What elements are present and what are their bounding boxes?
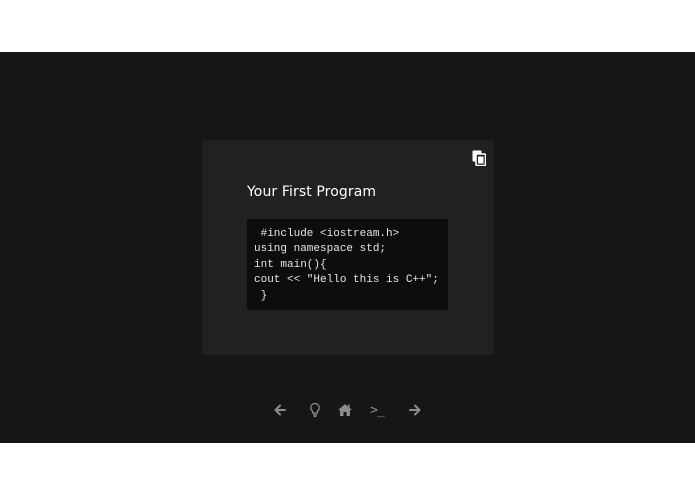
arrow-right-icon[interactable] xyxy=(407,399,423,421)
code-block: #include <iostream.h> using namespace st… xyxy=(247,219,448,310)
lesson-stage: Your First Program #include <iostream.h>… xyxy=(0,52,695,443)
copy-icon[interactable] xyxy=(472,150,487,167)
lightbulb-icon[interactable] xyxy=(307,399,323,421)
code-line: } xyxy=(254,290,268,302)
code-card: Your First Program #include <iostream.h>… xyxy=(202,140,494,355)
code-line: int main(){ xyxy=(254,259,327,271)
terminal-icon[interactable]: >_ xyxy=(367,399,387,421)
bottom-nav: >_ xyxy=(0,399,695,421)
code-line: #include <iostream.h> xyxy=(254,228,400,240)
home-icon[interactable] xyxy=(336,399,354,421)
arrow-left-icon[interactable] xyxy=(272,399,288,421)
code-line: cout << "Hello this is C++"; xyxy=(254,274,439,286)
card-title: Your First Program xyxy=(247,184,377,200)
code-line: using namespace std; xyxy=(254,243,387,255)
